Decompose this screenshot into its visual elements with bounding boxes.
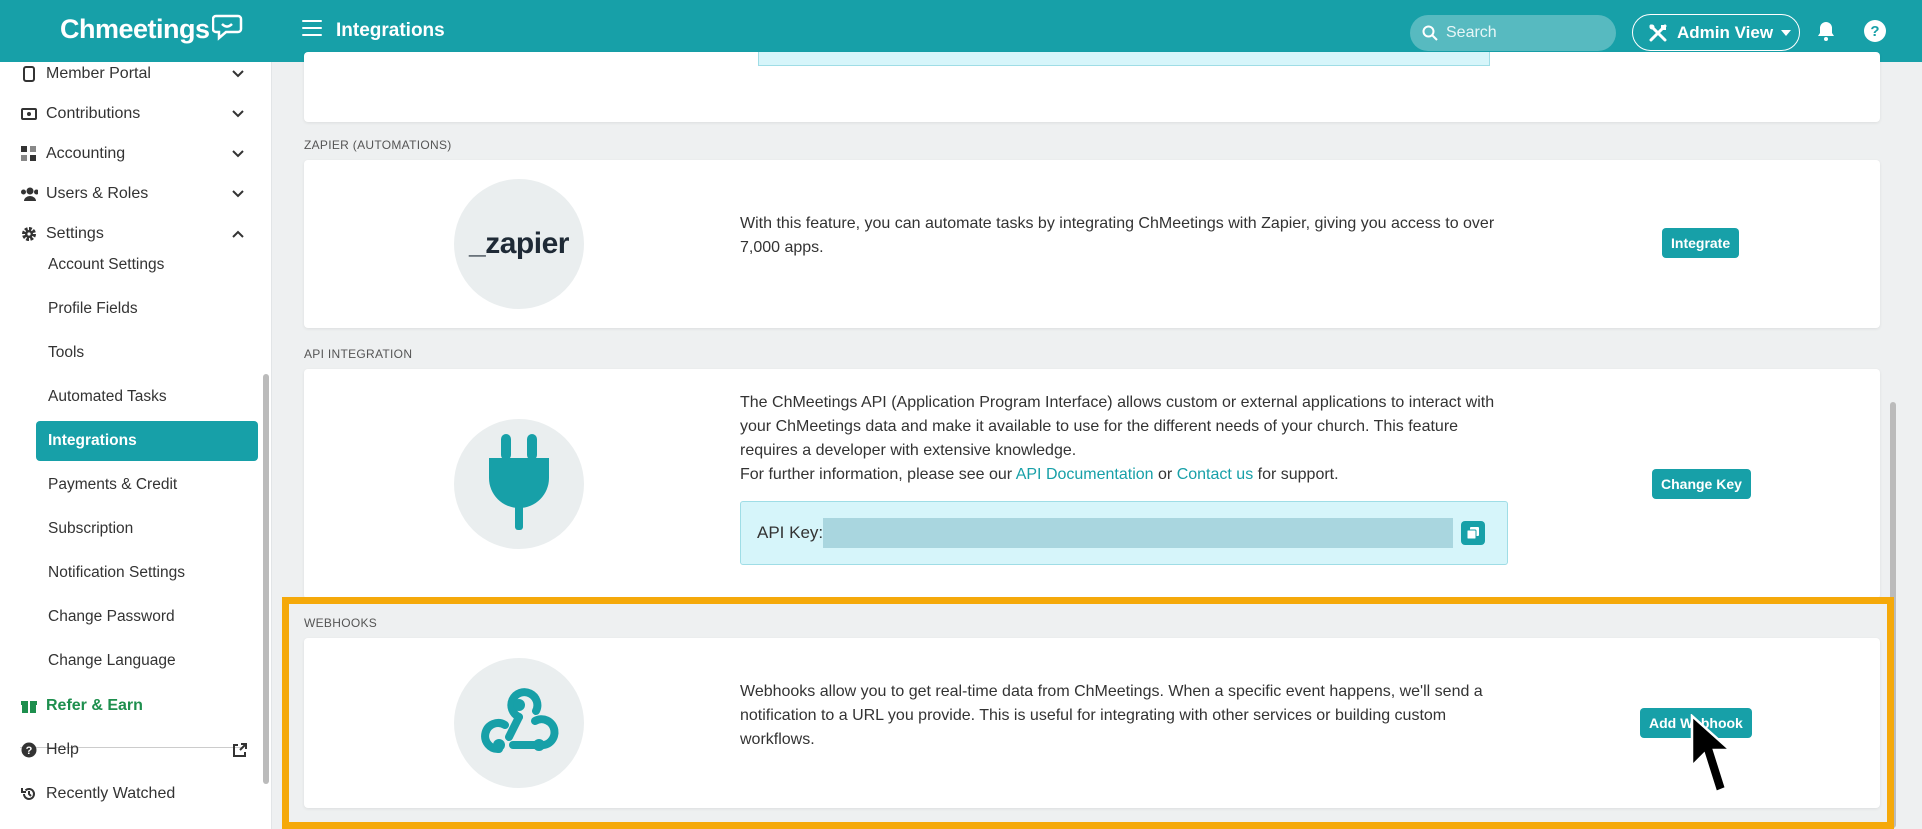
portal-icon	[20, 65, 38, 83]
money-icon	[20, 105, 38, 123]
logo-text: Chmeetings	[60, 14, 210, 44]
api-card: The ChMeetings API (Application Program …	[304, 369, 1880, 599]
external-link-icon	[233, 743, 247, 757]
sidebar-item-refer-earn[interactable]: Refer & Earn	[0, 686, 262, 726]
refer-earn-label: Refer & Earn	[46, 697, 143, 714]
search-box[interactable]	[1410, 15, 1616, 51]
copy-icon[interactable]	[1461, 521, 1485, 545]
sidebar-item-label: Member Portal	[46, 65, 151, 82]
users-icon	[20, 185, 38, 203]
sidebar-item-member-portal[interactable]: Member Portal	[0, 62, 262, 94]
search-input[interactable]	[1446, 24, 1606, 42]
sidebar-scrollbar[interactable]	[263, 374, 269, 784]
sidebar-item-label: Accounting	[46, 145, 126, 162]
previous-integration-card	[304, 52, 1880, 122]
page-title: Integrations	[336, 20, 445, 41]
api-further-suffix: for support.	[1257, 466, 1339, 483]
sidebar-sub-subscription[interactable]: Subscription	[36, 509, 258, 549]
question-circle-icon: ?	[20, 741, 38, 759]
sidebar-item-help[interactable]: ? Help	[0, 730, 262, 770]
api-or-text: or	[1158, 466, 1173, 483]
zapier-section-heading: ZAPIER (AUTOMATIONS)	[304, 138, 452, 152]
sidebar: Member Portal Contributions Accounting U…	[0, 62, 272, 829]
admin-view-label: Admin View	[1677, 22, 1774, 42]
admin-view-dropdown[interactable]: Admin View	[1632, 14, 1800, 51]
grid-icon	[20, 145, 38, 163]
sidebar-sub-notification-settings[interactable]: Notification Settings	[36, 553, 258, 593]
plug-logo	[454, 419, 584, 549]
api-description: The ChMeetings API (Application Program …	[740, 391, 1500, 487]
gift-icon	[20, 697, 38, 715]
history-icon	[20, 785, 38, 803]
search-icon	[1422, 25, 1438, 41]
sidebar-item-users-roles[interactable]: Users & Roles	[0, 174, 262, 214]
contact-us-link[interactable]: Contact us	[1177, 466, 1253, 483]
chevron-down-icon	[1781, 29, 1792, 36]
change-key-button[interactable]: Change Key	[1652, 469, 1751, 499]
api-key-box: API Key:	[740, 501, 1508, 565]
chevron-down-icon	[232, 70, 244, 78]
mouse-cursor-icon	[1690, 714, 1734, 794]
api-further-prefix: For further information, please see our	[740, 466, 1013, 483]
tools-icon	[1649, 24, 1667, 41]
api-section-heading: API INTEGRATION	[304, 347, 413, 361]
api-further-info: For further information, please see our …	[740, 463, 1500, 487]
zapier-logo-text: _zapier	[469, 227, 569, 260]
api-key-value-masked[interactable]	[823, 518, 1453, 548]
api-documentation-link[interactable]: API Documentation	[1016, 466, 1154, 483]
sidebar-sub-change-password[interactable]: Change Password	[36, 597, 258, 637]
sidebar-item-contributions[interactable]: Contributions	[0, 94, 262, 134]
zapier-logo: _zapier	[454, 179, 584, 309]
sidebar-sub-tools[interactable]: Tools	[36, 333, 258, 373]
zapier-card: _zapier With this feature, you can autom…	[304, 160, 1880, 328]
api-description-text: The ChMeetings API (Application Program …	[740, 394, 1495, 459]
sidebar-sub-automated-tasks[interactable]: Automated Tasks	[36, 377, 258, 417]
svg-text:?: ?	[26, 745, 33, 757]
sidebar-item-label: Users & Roles	[46, 185, 149, 202]
api-key-label: API Key:	[757, 523, 824, 542]
sidebar-item-accounting[interactable]: Accounting	[0, 134, 262, 174]
sidebar-sub-profile-fields[interactable]: Profile Fields	[36, 289, 258, 329]
hamburger-menu-icon[interactable]	[302, 20, 322, 38]
sidebar-item-label: Settings	[46, 225, 104, 242]
sidebar-sub-payments-credit[interactable]: Payments & Credit	[36, 465, 258, 505]
gear-icon	[20, 225, 38, 243]
help-icon[interactable]: ?	[1864, 20, 1886, 42]
chevron-down-icon	[232, 190, 244, 198]
plug-icon	[489, 434, 549, 530]
logo[interactable]: Chmeetings	[60, 14, 244, 45]
sidebar-item-recently-watched[interactable]: Recently Watched	[0, 774, 262, 814]
integrate-button[interactable]: Integrate	[1662, 228, 1740, 258]
chat-bubble-logo-icon	[211, 14, 242, 41]
sidebar-sub-change-language[interactable]: Change Language	[36, 641, 258, 681]
chevron-down-icon	[232, 150, 244, 158]
chevron-down-icon	[232, 110, 244, 118]
zapier-description: With this feature, you can automate task…	[740, 215, 1495, 256]
recently-watched-label: Recently Watched	[46, 785, 176, 802]
sidebar-item-label: Contributions	[46, 105, 141, 122]
sidebar-sub-integrations[interactable]: Integrations	[36, 421, 258, 461]
chevron-up-icon	[232, 230, 244, 238]
previous-api-box	[758, 52, 1490, 66]
sidebar-sub-account-settings[interactable]: Account Settings	[36, 245, 258, 285]
help-label: Help	[46, 741, 79, 758]
webhooks-highlight-frame	[282, 597, 1894, 829]
bell-icon[interactable]	[1817, 21, 1835, 41]
